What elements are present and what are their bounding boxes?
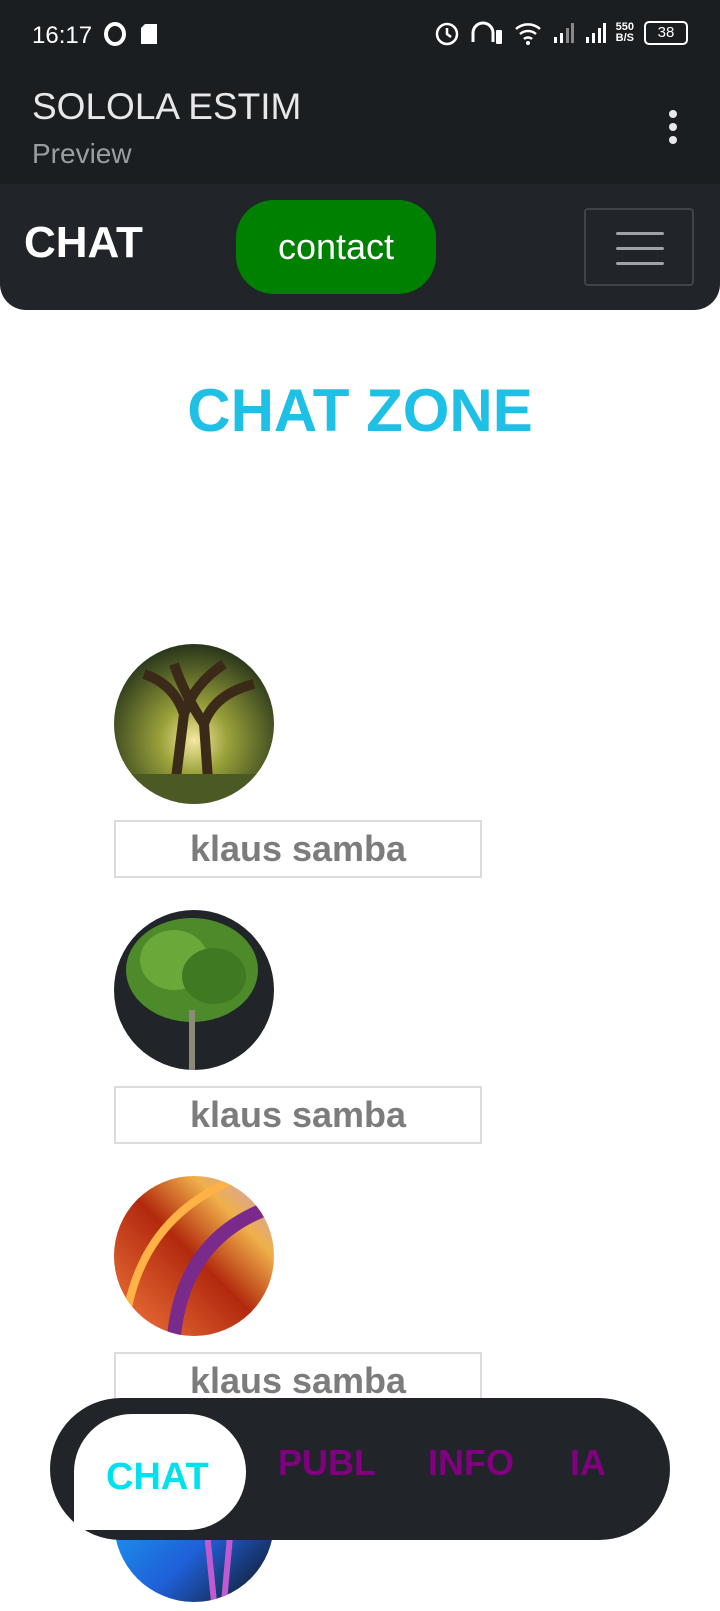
app-title: SOLOLA ESTIM (32, 86, 302, 127)
alarm-icon (435, 22, 458, 46)
avatar[interactable] (114, 1176, 274, 1336)
battery-icon: 38 (644, 21, 688, 45)
page-title: CHAT ZONE (187, 377, 533, 444)
navbar: CHAT contact (0, 184, 720, 310)
bottom-nav: CHAT PUBL INFO IA (50, 1398, 670, 1540)
signal-icon-1 (553, 23, 574, 43)
sd-card-icon (141, 24, 157, 44)
wifi-icon (514, 23, 541, 45)
headphones-icon (471, 21, 502, 44)
tab-ia[interactable]: IA (570, 1442, 606, 1484)
battery-level: 38 (657, 24, 675, 41)
contact-name[interactable]: klaus samba (114, 820, 482, 878)
contact-button[interactable]: contact (236, 200, 436, 294)
avatar[interactable] (114, 910, 274, 1070)
overflow-menu-icon[interactable] (666, 110, 680, 146)
signal-icon-2 (585, 23, 606, 43)
app-bar: SOLOLA ESTIM Preview (0, 72, 720, 184)
tab-chat[interactable]: CHAT (74, 1414, 246, 1530)
tab-info[interactable]: INFO (428, 1442, 514, 1484)
navbar-brand[interactable]: CHAT (24, 218, 143, 268)
contact-item[interactable]: klaus samba (114, 644, 484, 878)
app-subtitle: Preview (32, 138, 132, 169)
tab-publ[interactable]: PUBL (278, 1442, 376, 1484)
hamburger-menu-icon[interactable] (584, 208, 694, 286)
status-time: 16:17 (32, 22, 93, 49)
contact-item[interactable]: klaus samba (114, 1176, 484, 1410)
status-bar: 16:17 550 B/S 38 (0, 0, 720, 72)
contact-item[interactable]: klaus samba (114, 910, 484, 1144)
contact-name[interactable]: klaus samba (114, 1086, 482, 1144)
tab-chat-label: CHAT (106, 1456, 209, 1498)
net-speed: 550 B/S (616, 22, 634, 44)
avatar[interactable] (114, 644, 274, 804)
opera-icon (104, 22, 126, 46)
net-speed-unit: B/S (615, 32, 634, 44)
